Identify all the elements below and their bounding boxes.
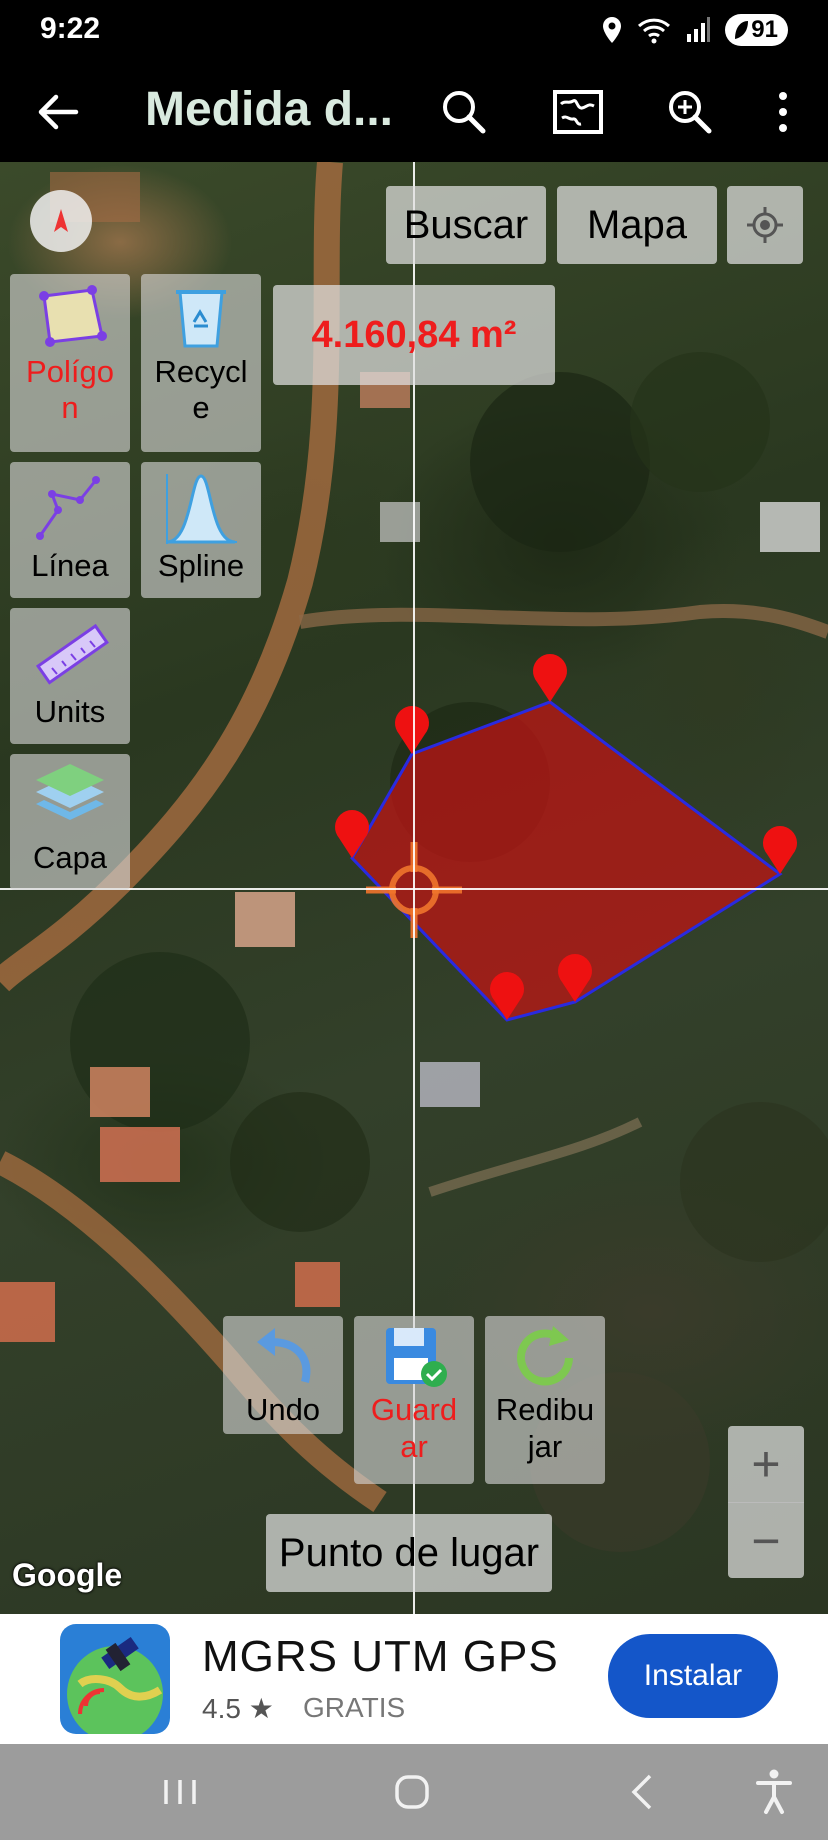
map-view[interactable]: Buscar Mapa 4.160,84 m² Polígo n Recycl …	[0, 162, 828, 1614]
status-icons: 91	[601, 12, 788, 48]
map-type-button[interactable]: Mapa	[557, 186, 717, 264]
spline-tool-button[interactable]: Spline	[141, 462, 261, 598]
app-bar: Medida d...	[0, 62, 828, 162]
polygon-tool-label: Polígo	[26, 354, 114, 389]
recycle-tool-button[interactable]: Recycl e	[141, 274, 261, 452]
layers-icon	[36, 764, 104, 820]
zoom-icon[interactable]	[662, 84, 718, 140]
recents-icon[interactable]	[152, 1764, 208, 1820]
polygon-icon	[39, 285, 107, 347]
install-button[interactable]: Instalar	[608, 1634, 778, 1718]
undo-icon	[257, 1328, 311, 1383]
line-tool-label: Línea	[31, 548, 109, 583]
zoom-in-button[interactable]: +	[728, 1426, 804, 1502]
recycle-tool-label: Recycl	[154, 354, 248, 389]
status-bar: 9:22 91	[0, 0, 828, 62]
more-vert-icon[interactable]	[755, 84, 811, 140]
accessibility-icon[interactable]	[746, 1764, 802, 1820]
polygon-tool-label-2: n	[61, 390, 79, 425]
search-icon[interactable]	[436, 84, 492, 140]
place-point-button[interactable]: Punto de lugar	[266, 1514, 552, 1592]
line-icon	[36, 476, 100, 540]
recycle-bin-icon	[176, 290, 226, 348]
save-label: Guard	[370, 1392, 458, 1427]
undo-label: Undo	[245, 1392, 321, 1427]
wifi-icon	[638, 18, 671, 44]
status-time: 9:22	[40, 12, 101, 45]
satellite-globe-icon	[60, 1624, 170, 1734]
marker-pin[interactable]	[395, 706, 429, 754]
spline-icon	[166, 474, 237, 544]
page-title: Medida d...	[145, 83, 394, 136]
ruler-icon	[35, 623, 109, 685]
save-icon	[386, 1328, 447, 1387]
system-nav-bar	[0, 1744, 828, 1840]
location-icon	[603, 17, 622, 43]
home-icon[interactable]	[384, 1764, 440, 1820]
redraw-button[interactable]: Redibu jar	[485, 1316, 605, 1484]
search-map-button[interactable]: Buscar	[386, 186, 546, 264]
recycle-tool-label-2: e	[192, 390, 210, 425]
signal-icon	[687, 17, 711, 42]
ad-app-name[interactable]: MGRS UTM GPS	[202, 1632, 559, 1682]
save-label-2: ar	[400, 1429, 428, 1464]
google-attribution: Google	[12, 1557, 123, 1593]
battery-level: 91	[751, 16, 778, 43]
my-location-button[interactable]	[727, 186, 803, 264]
ad-banner[interactable]: MGRS UTM GPS 4.5 ★ GRATIS Instalar	[0, 1614, 828, 1744]
map-icon[interactable]	[550, 84, 606, 140]
polygon-tool-button[interactable]: Polígo n	[10, 274, 130, 452]
layer-tool-label: Capa	[32, 840, 108, 875]
leaf-icon	[735, 21, 749, 39]
battery-icon: 91	[725, 14, 788, 46]
redraw-icon	[517, 1326, 573, 1386]
units-tool-label: Units	[34, 694, 106, 729]
my-location-icon	[747, 207, 783, 243]
compass-button[interactable]	[30, 190, 92, 252]
compass-icon	[54, 209, 68, 232]
zoom-out-button[interactable]: −	[728, 1502, 804, 1578]
back-arrow-icon[interactable]	[30, 84, 86, 140]
back-icon[interactable]	[616, 1764, 672, 1820]
units-tool-button[interactable]: Units	[10, 608, 130, 744]
redraw-label: Redibu	[495, 1392, 595, 1427]
spline-tool-label: Spline	[157, 548, 245, 583]
ad-price: GRATIS	[303, 1692, 406, 1723]
app-icon[interactable]	[60, 1624, 170, 1734]
area-value: 4.160,84 m²	[273, 285, 555, 385]
layer-tool-button[interactable]: Capa	[10, 754, 130, 890]
save-button[interactable]: Guard ar	[354, 1316, 474, 1484]
line-tool-button[interactable]: Línea	[10, 462, 130, 598]
marker-pin[interactable]	[533, 654, 567, 702]
undo-button[interactable]: Undo	[223, 1316, 343, 1434]
redraw-label-2: jar	[527, 1429, 563, 1464]
ad-rating: 4.5 ★	[202, 1693, 274, 1724]
